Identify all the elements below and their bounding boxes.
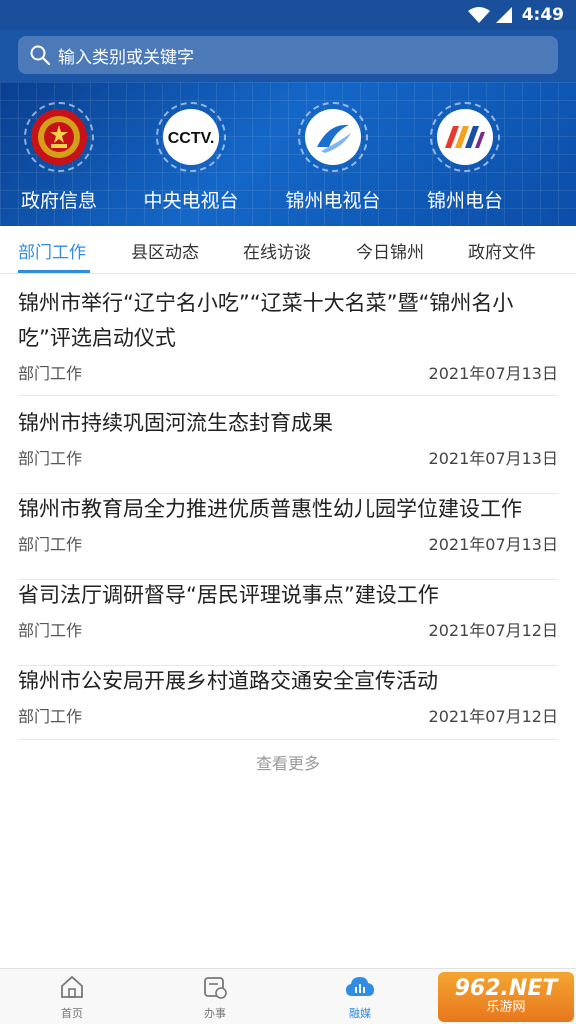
- search-header: 输入类别或关键字: [0, 30, 576, 82]
- channel-jinzhou-tv[interactable]: 锦州电视台: [268, 102, 398, 213]
- news-date: 2021年07月12日: [428, 621, 558, 640]
- watermark-line2: 乐游网: [486, 1000, 526, 1015]
- view-more-link[interactable]: 查看更多: [0, 750, 576, 774]
- news-item[interactable]: 锦州市教育局全力推进优质普惠性幼儿园学位建设工作 部门工作 2021年07月13…: [18, 492, 558, 580]
- channel-label: 中央电视台: [143, 190, 239, 212]
- news-category: 部门工作: [18, 449, 83, 468]
- tabbar-media[interactable]: 融媒: [320, 975, 400, 1021]
- tabbar-label: 首页: [61, 1007, 83, 1020]
- channel-label: 政府信息: [20, 190, 97, 212]
- tabbar-service[interactable]: 办事: [175, 975, 255, 1021]
- news-date: 2021年07月13日: [428, 364, 558, 383]
- service-icon: [204, 977, 227, 999]
- news-item[interactable]: 省司法厅调研督导“居民评理说事点”建设工作 部门工作 2021年07月12日: [18, 578, 558, 666]
- logo-ring: [298, 102, 368, 172]
- news-date: 2021年07月13日: [428, 449, 558, 468]
- news-category: 部门工作: [18, 535, 83, 554]
- tabbar-home[interactable]: 首页: [32, 975, 112, 1021]
- tabbar-label: 办事: [204, 1007, 226, 1020]
- news-title: 锦州市教育局全力推进优质普惠性幼儿园学位建设工作: [18, 497, 522, 521]
- search-input[interactable]: 输入类别或关键字: [18, 36, 558, 74]
- news-title: 锦州市举行“辽宁名小吃”“辽菜十大名菜”暨“锦州名小吃”评选启动仪式: [18, 291, 514, 350]
- channel-gov-info[interactable]: 政府信息: [0, 102, 124, 213]
- logo-ring: [430, 102, 500, 172]
- news-meta: 部门工作 2021年07月12日: [18, 615, 558, 643]
- tabbar-label: 融媒: [349, 1007, 371, 1020]
- logo-ring: [24, 102, 94, 172]
- news-item[interactable]: 锦州市持续巩固河流生态封育成果 部门工作 2021年07月13日: [18, 406, 558, 494]
- cctv-logo-icon: CCTV.: [163, 109, 219, 165]
- signal-icon: [496, 7, 512, 23]
- cloud-icon: [346, 977, 374, 996]
- logo-ring: CCTV.: [156, 102, 226, 172]
- news-title: 锦州市公安局开展乡村道路交通安全宣传活动: [18, 669, 438, 693]
- news-date: 2021年07月13日: [428, 535, 558, 554]
- active-tab-indicator: [18, 270, 90, 273]
- news-meta: 部门工作 2021年07月12日: [18, 701, 558, 729]
- news-item[interactable]: 锦州市举行“辽宁名小吃”“辽菜十大名菜”暨“锦州名小吃”评选启动仪式 部门工作 …: [18, 286, 558, 396]
- news-item[interactable]: 锦州市公安局开展乡村道路交通安全宣传活动 部门工作 2021年07月12日: [18, 664, 558, 740]
- tab-county-news[interactable]: 县区动态: [131, 238, 199, 263]
- news-title: 锦州市持续巩固河流生态封育成果: [18, 411, 333, 435]
- channel-label: 锦州电视台: [285, 190, 381, 212]
- national-emblem-icon: [31, 109, 87, 165]
- jinzhou-radio-logo-icon: [437, 109, 493, 165]
- tab-today-jinzhou[interactable]: 今日锦州: [356, 238, 424, 263]
- news-meta: 部门工作 2021年07月13日: [18, 443, 558, 471]
- channel-label: 锦州电台: [426, 190, 503, 212]
- news-category: 部门工作: [18, 364, 83, 383]
- news-category: 部门工作: [18, 621, 83, 640]
- jinzhou-tv-logo-icon: [305, 109, 361, 165]
- search-placeholder: 输入类别或关键字: [58, 47, 194, 68]
- site-watermark: 962.NET 乐游网: [438, 972, 574, 1022]
- svg-text:CCTV.: CCTV.: [168, 130, 215, 147]
- home-icon: [61, 975, 83, 998]
- tab-department-work[interactable]: 部门工作: [18, 238, 86, 263]
- tab-online-interview[interactable]: 在线访谈: [243, 238, 311, 263]
- status-time: 4:49: [521, 5, 564, 25]
- news-title: 省司法厅调研督导“居民评理说事点”建设工作: [18, 583, 439, 607]
- category-tabs: 部门工作 县区动态 在线访谈 今日锦州 政府文件: [0, 226, 576, 274]
- status-bar: 4:49: [0, 0, 576, 30]
- news-meta: 部门工作 2021年07月13日: [18, 358, 558, 386]
- channel-banner: 政府信息 CCTV. 中央电视台 锦州电视台 锦州电台: [0, 82, 576, 226]
- wifi-icon: [468, 7, 490, 23]
- watermark-line1: 962.NET: [454, 976, 558, 1001]
- channel-cctv[interactable]: CCTV. 中央电视台: [126, 102, 256, 213]
- news-meta: 部门工作 2021年07月13日: [18, 529, 558, 557]
- news-date: 2021年07月12日: [428, 707, 558, 726]
- news-category: 部门工作: [18, 707, 83, 726]
- search-icon: [30, 45, 50, 65]
- channel-jinzhou-radio[interactable]: 锦州电台: [400, 102, 530, 213]
- tab-gov-documents[interactable]: 政府文件: [468, 238, 536, 263]
- status-icons: [468, 7, 512, 23]
